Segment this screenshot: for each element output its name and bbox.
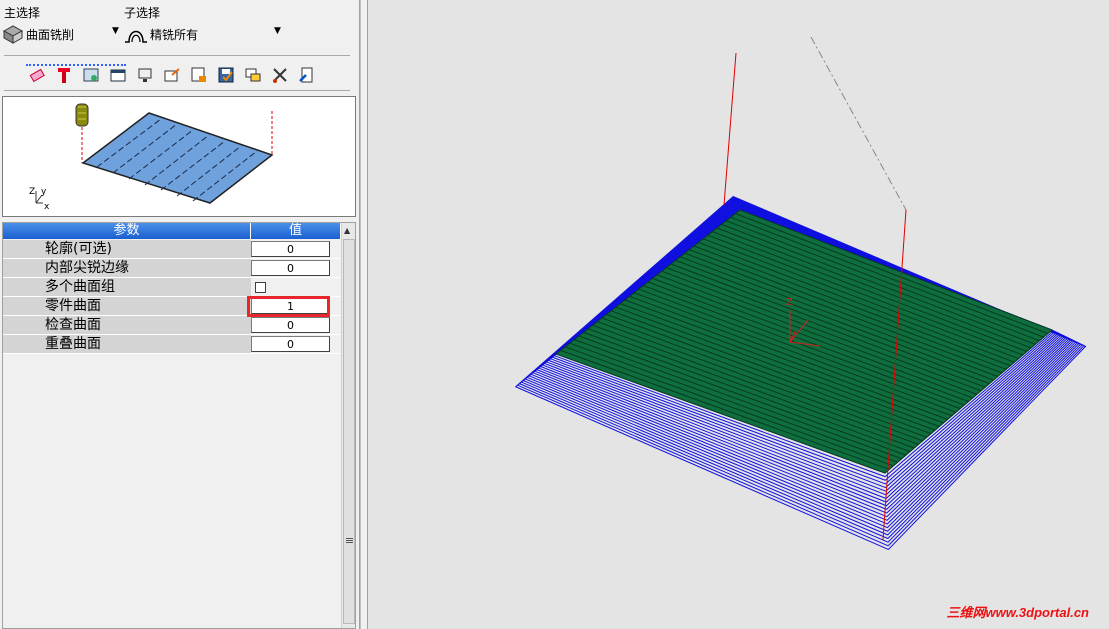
3d-viewport[interactable]: Z 三维网www.3dportal.cn xyxy=(368,0,1109,629)
eraser-icon[interactable] xyxy=(26,64,48,86)
table-row: 重叠曲面 0 xyxy=(3,335,341,354)
tool-icon[interactable] xyxy=(53,64,75,86)
panel-splitter[interactable] xyxy=(360,0,368,629)
scrollbar-thumb[interactable] xyxy=(343,239,355,624)
divider xyxy=(4,55,350,56)
preview-axis-z: Z xyxy=(29,187,35,197)
vertical-scrollbar[interactable]: ▲ xyxy=(341,223,355,628)
main-selection-label: 主选择 xyxy=(4,6,41,20)
preview-axis-y: y xyxy=(41,187,47,197)
row-label: 轮廓(可选) xyxy=(3,240,251,258)
surface-mill-icon xyxy=(2,25,24,44)
row-label: 检查曲面 xyxy=(3,316,251,334)
preview-axis-triad: Z y x xyxy=(29,187,50,212)
value-field[interactable]: 0 xyxy=(251,241,330,257)
value-field[interactable]: 0 xyxy=(251,336,330,352)
monitor-icon[interactable] xyxy=(134,64,156,86)
column-header-parameter: 参数 xyxy=(3,223,251,239)
finish-all-icon xyxy=(125,30,147,43)
sub-selection-label: 子选择 xyxy=(124,6,161,20)
row-label: 多个曲面组 xyxy=(3,278,251,296)
filter-icon[interactable] xyxy=(80,64,102,86)
row-label: 零件曲面 xyxy=(3,297,251,315)
scissors-icon[interactable] xyxy=(269,64,291,86)
table-row: 检查曲面 0 xyxy=(3,316,341,335)
column-header-value: 值 xyxy=(251,223,341,239)
preview-axis-x: x xyxy=(44,202,50,212)
table-row: 轮廓(可选) 0 xyxy=(3,240,341,259)
toolbar xyxy=(26,64,318,86)
sub-selection-value: 精铣所有 xyxy=(150,27,199,42)
table-row: 多个曲面组 xyxy=(3,278,341,297)
table-row: 内部尖锐边缘 0 xyxy=(3,259,341,278)
list-icon[interactable] xyxy=(188,64,210,86)
left-panel: 主选择 子选择 曲面铣削 ▼ 精铣所有 ▼ Z y x 参数 值 轮廓(可选) … xyxy=(0,0,360,629)
annotation-highlight-box xyxy=(247,296,330,317)
main-selection-value: 曲面铣削 xyxy=(26,27,75,42)
watermark: 三维网www.3dportal.cn xyxy=(946,605,1089,620)
multi-surface-checkbox[interactable] xyxy=(255,282,266,293)
row-label: 内部尖锐边缘 xyxy=(3,259,251,277)
app-window: 主选择 子选择 曲面铣削 ▼ 精铣所有 ▼ Z y x 参数 值 轮廓(可选) … xyxy=(0,0,1109,629)
cutter-icon xyxy=(75,103,89,127)
row-label: 重叠曲面 xyxy=(3,335,251,353)
dialog-icon[interactable] xyxy=(107,64,129,86)
divider xyxy=(4,90,350,91)
main-selection-dropdown[interactable]: 曲面铣削 xyxy=(2,24,122,44)
value-field[interactable]: 0 xyxy=(251,260,330,276)
save-icon[interactable] xyxy=(215,64,237,86)
viewport-axis-z: Z xyxy=(786,297,793,308)
preview-surface xyxy=(81,112,274,204)
plunge-line xyxy=(723,52,737,206)
scroll-up-icon[interactable]: ▲ xyxy=(344,226,350,235)
operation-preview: Z y x xyxy=(2,96,356,217)
rapid-move-line xyxy=(810,36,907,211)
value-field[interactable]: 0 xyxy=(251,317,330,333)
chevron-down-icon[interactable]: ▼ xyxy=(274,26,281,36)
swap-icon[interactable] xyxy=(242,64,264,86)
chevron-down-icon[interactable]: ▼ xyxy=(112,26,119,36)
export-icon[interactable] xyxy=(161,64,183,86)
parameter-table: 参数 值 轮廓(可选) 0 内部尖锐边缘 0 多个曲面组 零件曲面 1 检查曲面… xyxy=(2,222,356,629)
sub-selection-dropdown[interactable]: 精铣所有 xyxy=(124,24,274,44)
exit-icon[interactable] xyxy=(296,64,318,86)
